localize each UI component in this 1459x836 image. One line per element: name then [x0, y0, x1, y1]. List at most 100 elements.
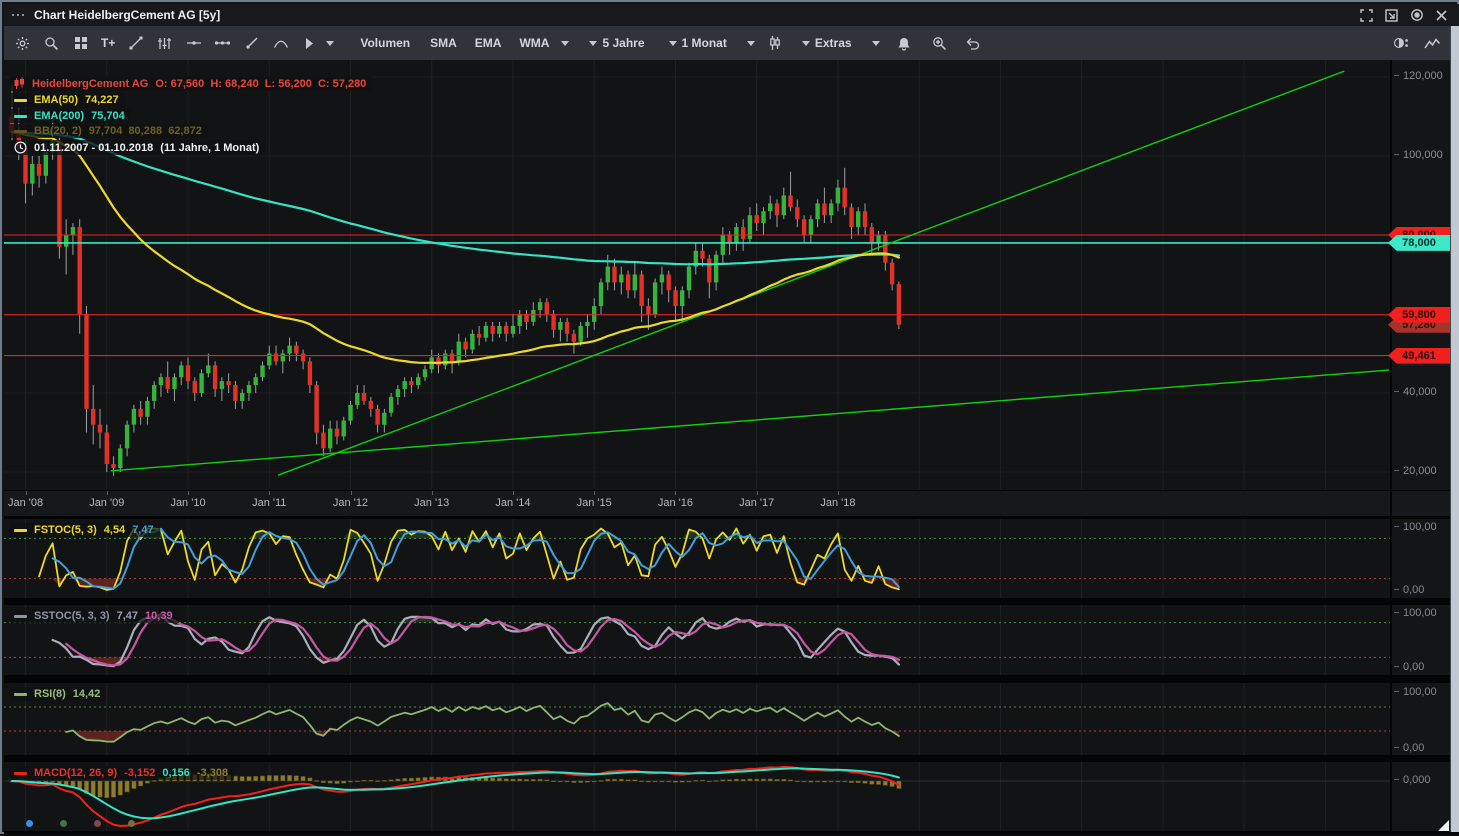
daterange-legend: 01.11.2007 - 01.10.2018 (11 Jahre, 1 Mona… [10, 140, 265, 155]
sstoc-value-1: 7,47 [117, 610, 138, 622]
interval-dropdown[interactable]: 1 Monat [669, 36, 727, 50]
macd-legend[interactable]: MACD(12, 26, 9) -3,152 0,156 -3,308 [10, 766, 234, 780]
pager-dot-active[interactable] [26, 820, 33, 827]
window-title: Chart HeidelbergCement AG [5y] [34, 8, 220, 22]
chart-type-candle-icon[interactable] [767, 35, 784, 52]
indicators-caret-icon[interactable] [561, 41, 569, 46]
pager-dot-3[interactable] [94, 820, 101, 827]
symbol-name: HeidelbergCement AG [32, 78, 148, 90]
sstoc-axis-top: 100,00 [1394, 607, 1437, 619]
toolbar: T+ Volumen SMA EMA WMA 5 Jahre [4, 26, 1459, 61]
fstoc-panel-canvas[interactable] [4, 519, 1390, 598]
x-axis-label: Jan '14 [481, 497, 545, 509]
main-chart-canvas[interactable] [4, 60, 1390, 490]
fstoc-label: FSTOC(5, 3) [34, 524, 97, 536]
fstoc-legend[interactable]: FSTOC(5, 3) 4,54 7,47 [10, 523, 160, 537]
extras-dropdown[interactable]: Extras [802, 36, 852, 50]
macd-value-2: 0,156 [162, 767, 190, 779]
rsi-value-1: 14,42 [73, 688, 101, 700]
pager-dot-2[interactable] [60, 820, 67, 827]
trendline-tool-icon[interactable] [127, 35, 144, 52]
x-axis-tick [675, 491, 676, 495]
indicator-settings-icon[interactable] [156, 35, 173, 52]
fullscreen-icon[interactable] [1359, 8, 1374, 23]
resize-handle-icon[interactable] [1438, 820, 1449, 831]
price-level-label: 57,280 [1388, 317, 1450, 333]
draw-tools-caret-icon[interactable] [326, 41, 334, 46]
horizontal-line-tool-icon[interactable] [185, 35, 202, 52]
sstoc-panel-canvas[interactable] [4, 605, 1390, 675]
sma-button[interactable]: SMA [430, 36, 457, 50]
draw-tool-icon[interactable] [243, 35, 260, 52]
chart-window: Chart HeidelbergCement AG [5y] T+ [0, 0, 1459, 834]
macd-axis-zero: 0,000 [1394, 774, 1431, 786]
chart-style-icon[interactable] [1424, 35, 1441, 52]
macd-value-1: -3,152 [124, 767, 155, 779]
text-tool-icon[interactable]: T+ [101, 35, 115, 52]
sstoc-legend[interactable]: SSTOC(5, 3, 3) 7,47 10,39 [10, 609, 179, 623]
price-level-label: 59,800 [1388, 307, 1450, 323]
popout-icon[interactable] [1384, 8, 1399, 23]
alert-bell-icon[interactable] [896, 35, 913, 52]
sstoc-axis-bottom: 0,00 [1394, 661, 1424, 673]
candlestick-icon [14, 77, 25, 90]
price-tick: 20,000 [1394, 465, 1437, 477]
sstoc-value-2: 10,39 [145, 610, 173, 622]
symbol-legend[interactable]: HeidelbergCement AGO: 67,560 H: 68,240 L… [10, 76, 372, 91]
x-axis-tick [188, 491, 189, 495]
ema200-value: 75,704 [91, 110, 125, 122]
gear-icon[interactable] [14, 35, 31, 52]
compare-icon[interactable] [1393, 35, 1410, 52]
ema50-value: 74,227 [85, 94, 119, 106]
x-axis-tick [757, 491, 758, 495]
extras-more-caret-icon[interactable] [872, 41, 880, 46]
price-tick: 100,000 [1394, 149, 1443, 161]
daterange-note: (11 Jahre, 1 Monat) [160, 142, 259, 154]
search-icon[interactable] [43, 35, 60, 52]
price-level-label: 80,000 [1388, 227, 1450, 243]
daterange-text: 01.11.2007 - 01.10.2018 [34, 142, 153, 154]
ema200-legend[interactable]: EMA(200) 75,704 [10, 109, 131, 123]
fstoc-value-1: 4,54 [104, 524, 125, 536]
price-tick: 40,000 [1394, 386, 1437, 398]
x-axis-tick [513, 491, 514, 495]
fstoc-axis-bottom: 0,00 [1394, 584, 1424, 596]
x-axis-tick [594, 491, 595, 495]
grid-layout-icon[interactable] [72, 35, 89, 52]
rsi-axis-top: 100,00 [1394, 686, 1437, 698]
x-axis-tick [838, 491, 839, 495]
sstoc-dash-icon [14, 615, 27, 618]
rsi-axis-bottom: 0,00 [1394, 742, 1424, 754]
interval-more-caret-icon[interactable] [747, 41, 755, 46]
pager-dot-4[interactable] [128, 820, 135, 827]
window-menu-icon[interactable] [12, 13, 28, 17]
pointer-tool-icon[interactable] [301, 35, 318, 52]
x-axis-label: Jan '18 [806, 497, 870, 509]
rsi-panel-canvas[interactable] [4, 683, 1390, 755]
ema-button[interactable]: EMA [475, 36, 502, 50]
close-icon[interactable] [1434, 8, 1449, 23]
fstoc-axis-top: 100,00 [1394, 521, 1437, 533]
bb-values: 97,704 80,288 62,872 [89, 125, 202, 137]
price-level-label: 49,461 [1388, 348, 1450, 364]
ema50-legend[interactable]: EMA(50)74,227 [10, 93, 125, 107]
dotted-line-tool-icon[interactable] [214, 35, 231, 52]
window-scrollbar[interactable] [1450, 26, 1459, 832]
bb-legend[interactable]: BB(20, 2)97,704 80,288 62,872 [10, 124, 208, 138]
rsi-legend[interactable]: RSI(8) 14,42 [10, 687, 106, 701]
macd-label: MACD(12, 26, 9) [34, 767, 117, 779]
ema200-dash-icon [14, 115, 27, 118]
arc-tool-icon[interactable] [272, 35, 289, 52]
volumen-button[interactable]: Volumen [360, 36, 410, 50]
x-axis-tick [351, 491, 352, 495]
bb-dash-icon [14, 130, 27, 133]
zoom-in-icon[interactable] [931, 35, 948, 52]
ema200-label: EMA(200) [34, 110, 84, 122]
record-icon[interactable] [1409, 8, 1424, 23]
x-axis-label: Jan '16 [643, 497, 707, 509]
x-axis-label: Jan '08 [0, 497, 58, 509]
wma-button[interactable]: WMA [519, 36, 549, 50]
range-dropdown[interactable]: 5 Jahre [589, 36, 644, 50]
undo-icon[interactable] [964, 35, 981, 52]
x-axis-label: Jan '11 [237, 497, 301, 509]
